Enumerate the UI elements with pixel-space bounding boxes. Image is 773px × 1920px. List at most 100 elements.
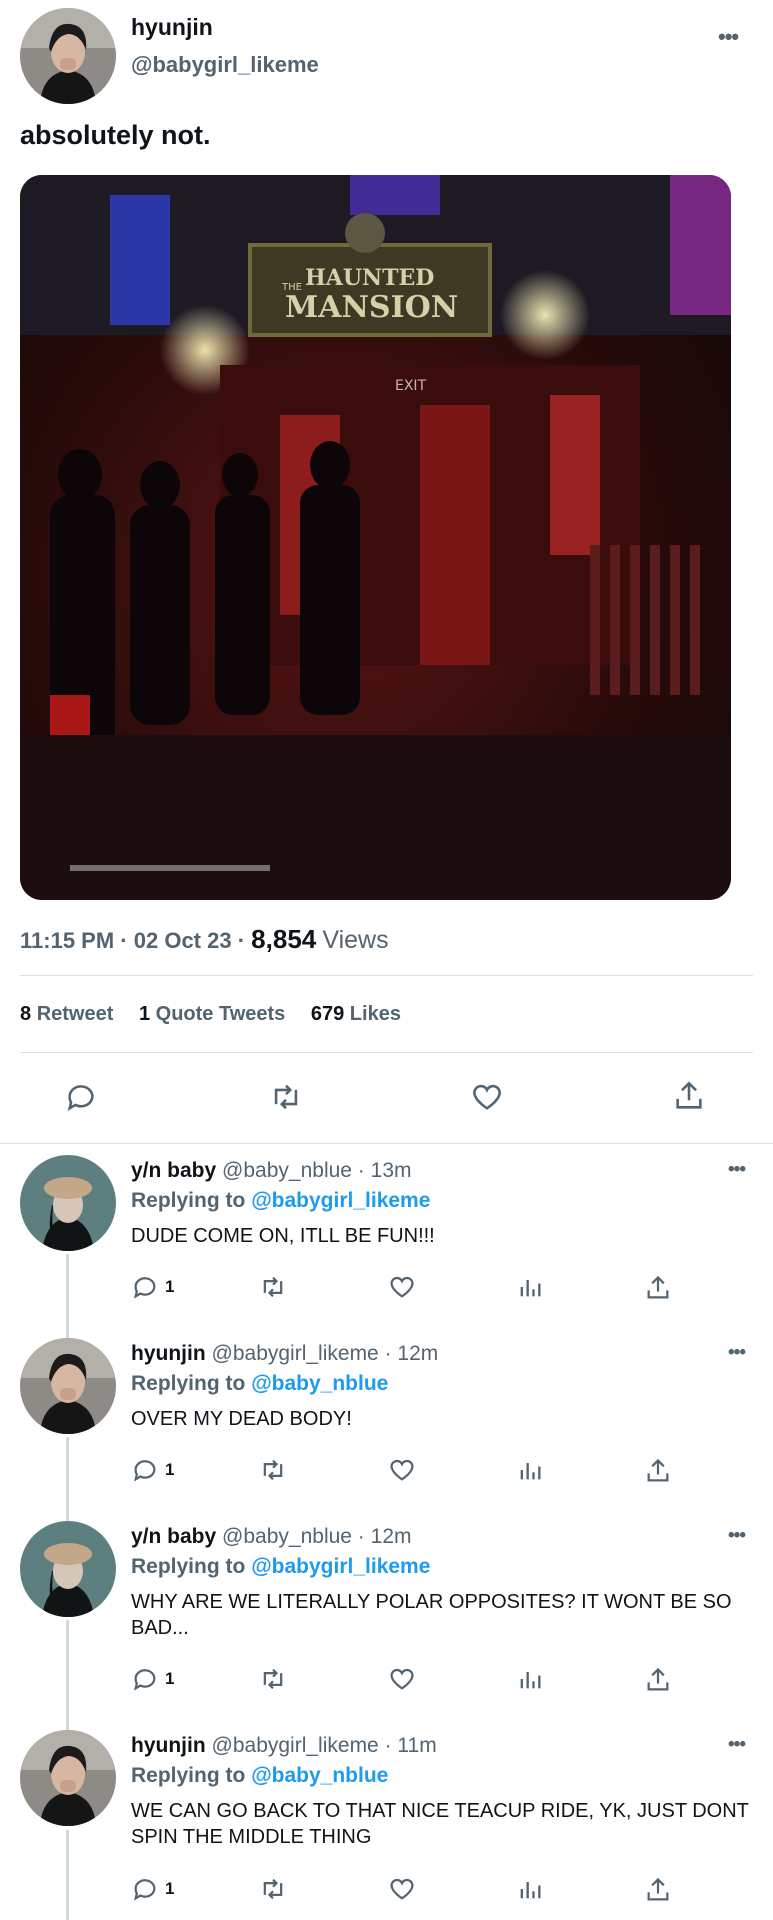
reply-text: WE CAN GO BACK TO THAT NICE TEACUP RIDE,… — [131, 1800, 749, 1848]
quote-count: 1 — [138, 1003, 151, 1025]
quote-stat[interactable]: 1 Quote Tweets — [139, 1003, 285, 1025]
reply-button[interactable]: 1 — [131, 1875, 174, 1903]
reply-text: WHY ARE WE LITERALLY POLAR OPPOSITES? IT… — [131, 1591, 732, 1639]
retweet-count: 8 — [20, 1003, 32, 1025]
views-button[interactable] — [516, 1273, 544, 1301]
reply-author-handle[interactable]: @baby_nblue — [222, 1159, 352, 1182]
author-name[interactable]: hyunjin — [131, 14, 213, 41]
meta-separator: · — [120, 928, 134, 953]
replying-label: Replying to — [131, 1555, 246, 1578]
tweet-time[interactable]: 11:15 PM — [20, 928, 114, 953]
likes-count: 679 — [310, 1003, 345, 1025]
divider — [0, 1143, 773, 1144]
share-button[interactable] — [644, 1456, 672, 1486]
tweet-meta: 11:15 PM · 02 Oct 23 · 8,854 Views — [20, 924, 389, 955]
reply-header: hyunjin @babygirl_likeme · 12m — [131, 1342, 438, 1366]
mention-link[interactable]: @babygirl_likeme — [251, 1189, 430, 1212]
share-button[interactable] — [644, 1875, 672, 1905]
replying-to: Replying to @babygirl_likeme — [131, 1555, 430, 1579]
retweet-button[interactable] — [268, 1080, 304, 1114]
avatar[interactable] — [20, 1155, 116, 1251]
retweet-button[interactable] — [258, 1875, 288, 1903]
avatar[interactable] — [20, 8, 116, 104]
more-horizontal-icon[interactable]: ••• — [728, 1342, 746, 1364]
views-button[interactable] — [516, 1665, 544, 1693]
views-button[interactable] — [516, 1456, 544, 1484]
reply-time[interactable]: 13m — [371, 1159, 412, 1182]
sign-line1-text: HAUNTED — [305, 265, 434, 291]
reply-button[interactable]: 1 — [131, 1665, 174, 1693]
retweet-button[interactable] — [258, 1456, 288, 1484]
reply-author-handle[interactable]: @babygirl_likeme — [212, 1734, 379, 1757]
replying-label: Replying to — [131, 1764, 246, 1787]
views-button[interactable] — [516, 1875, 544, 1903]
reply-button[interactable]: 1 — [131, 1456, 174, 1484]
tweet-image[interactable]: THE HAUNTED MANSION EXIT — [20, 175, 731, 900]
meta-separator: · — [237, 928, 252, 953]
like-button[interactable] — [388, 1875, 416, 1903]
reply-separator: · — [351, 1525, 371, 1548]
like-icon — [390, 1276, 414, 1298]
retweet-stat[interactable]: 8 Retweet — [20, 1003, 113, 1025]
reply-count: 1 — [165, 1460, 175, 1479]
thread-line — [66, 1437, 69, 1521]
more-horizontal-icon[interactable]: ••• — [728, 1159, 746, 1181]
likes-stat[interactable]: 679 Likes — [311, 1003, 401, 1025]
reply-icon — [67, 1085, 94, 1111]
reply-author-name[interactable]: hyunjin — [131, 1734, 206, 1757]
retweet-icon — [263, 1276, 283, 1298]
retweet-button[interactable] — [258, 1273, 288, 1301]
avatar[interactable] — [20, 1338, 116, 1434]
reply-author-name[interactable]: hyunjin — [131, 1342, 206, 1365]
views-icon — [520, 1882, 541, 1899]
reply-count: 1 — [165, 1879, 175, 1898]
like-icon — [390, 1878, 414, 1900]
reply-icon — [133, 1669, 156, 1691]
tweet-date[interactable]: 02 Oct 23 — [134, 928, 232, 953]
replying-label: Replying to — [131, 1189, 246, 1212]
like-button[interactable] — [388, 1273, 416, 1301]
reply-text: DUDE COME ON, ITLL BE FUN!!! — [131, 1225, 435, 1247]
share-button[interactable] — [672, 1078, 706, 1114]
reply-time[interactable]: 12m — [397, 1342, 438, 1365]
reply-author-handle[interactable]: @baby_nblue — [222, 1525, 352, 1548]
share-button[interactable] — [644, 1273, 672, 1303]
replying-label: Replying to — [131, 1372, 246, 1395]
more-horizontal-icon[interactable]: ••• — [728, 1734, 746, 1756]
reply-header: y/n baby @baby_nblue · 13m — [131, 1159, 412, 1183]
like-button[interactable] — [388, 1665, 416, 1693]
share-icon — [647, 1458, 669, 1482]
replying-to: Replying to @babygirl_likeme — [131, 1189, 430, 1213]
reply-time[interactable]: 11m — [397, 1734, 436, 1757]
reply-author-handle[interactable]: @babygirl_likeme — [212, 1342, 379, 1365]
like-button[interactable] — [470, 1080, 504, 1114]
reply-text: OVER MY DEAD BODY! — [131, 1408, 352, 1430]
mention-link[interactable]: @baby_nblue — [251, 1372, 388, 1395]
reply-author-name[interactable]: y/n baby — [131, 1159, 216, 1182]
avatar[interactable] — [20, 1521, 116, 1617]
avatar[interactable] — [20, 1730, 116, 1826]
likes-label: Likes — [349, 1003, 401, 1025]
views-icon — [520, 1672, 541, 1689]
more-horizontal-icon[interactable]: ••• — [728, 1525, 746, 1547]
retweet-button[interactable] — [258, 1665, 288, 1693]
replying-to: Replying to @baby_nblue — [131, 1764, 388, 1788]
share-icon — [647, 1877, 669, 1901]
reply-header: hyunjin @babygirl_likeme · 11m — [131, 1734, 437, 1758]
author-handle[interactable]: @babygirl_likeme — [131, 52, 319, 78]
share-button[interactable] — [644, 1665, 672, 1695]
reply-author-name[interactable]: y/n baby — [131, 1525, 216, 1548]
tweet-text: absolutely not. — [20, 120, 211, 150]
reply-button[interactable]: 1 — [131, 1273, 174, 1301]
reply-separator: · — [378, 1734, 398, 1757]
reply-time[interactable]: 12m — [371, 1525, 412, 1548]
reply-button[interactable] — [64, 1080, 98, 1114]
thread-line — [66, 1830, 69, 1920]
mention-link[interactable]: @babygirl_likeme — [251, 1555, 430, 1578]
reply-header: y/n baby @baby_nblue · 12m — [131, 1525, 412, 1549]
more-horizontal-icon[interactable]: ••• — [718, 24, 739, 50]
like-button[interactable] — [388, 1456, 416, 1484]
mention-link[interactable]: @baby_nblue — [251, 1764, 388, 1787]
reply-separator: · — [351, 1159, 371, 1182]
views-icon — [520, 1280, 541, 1297]
